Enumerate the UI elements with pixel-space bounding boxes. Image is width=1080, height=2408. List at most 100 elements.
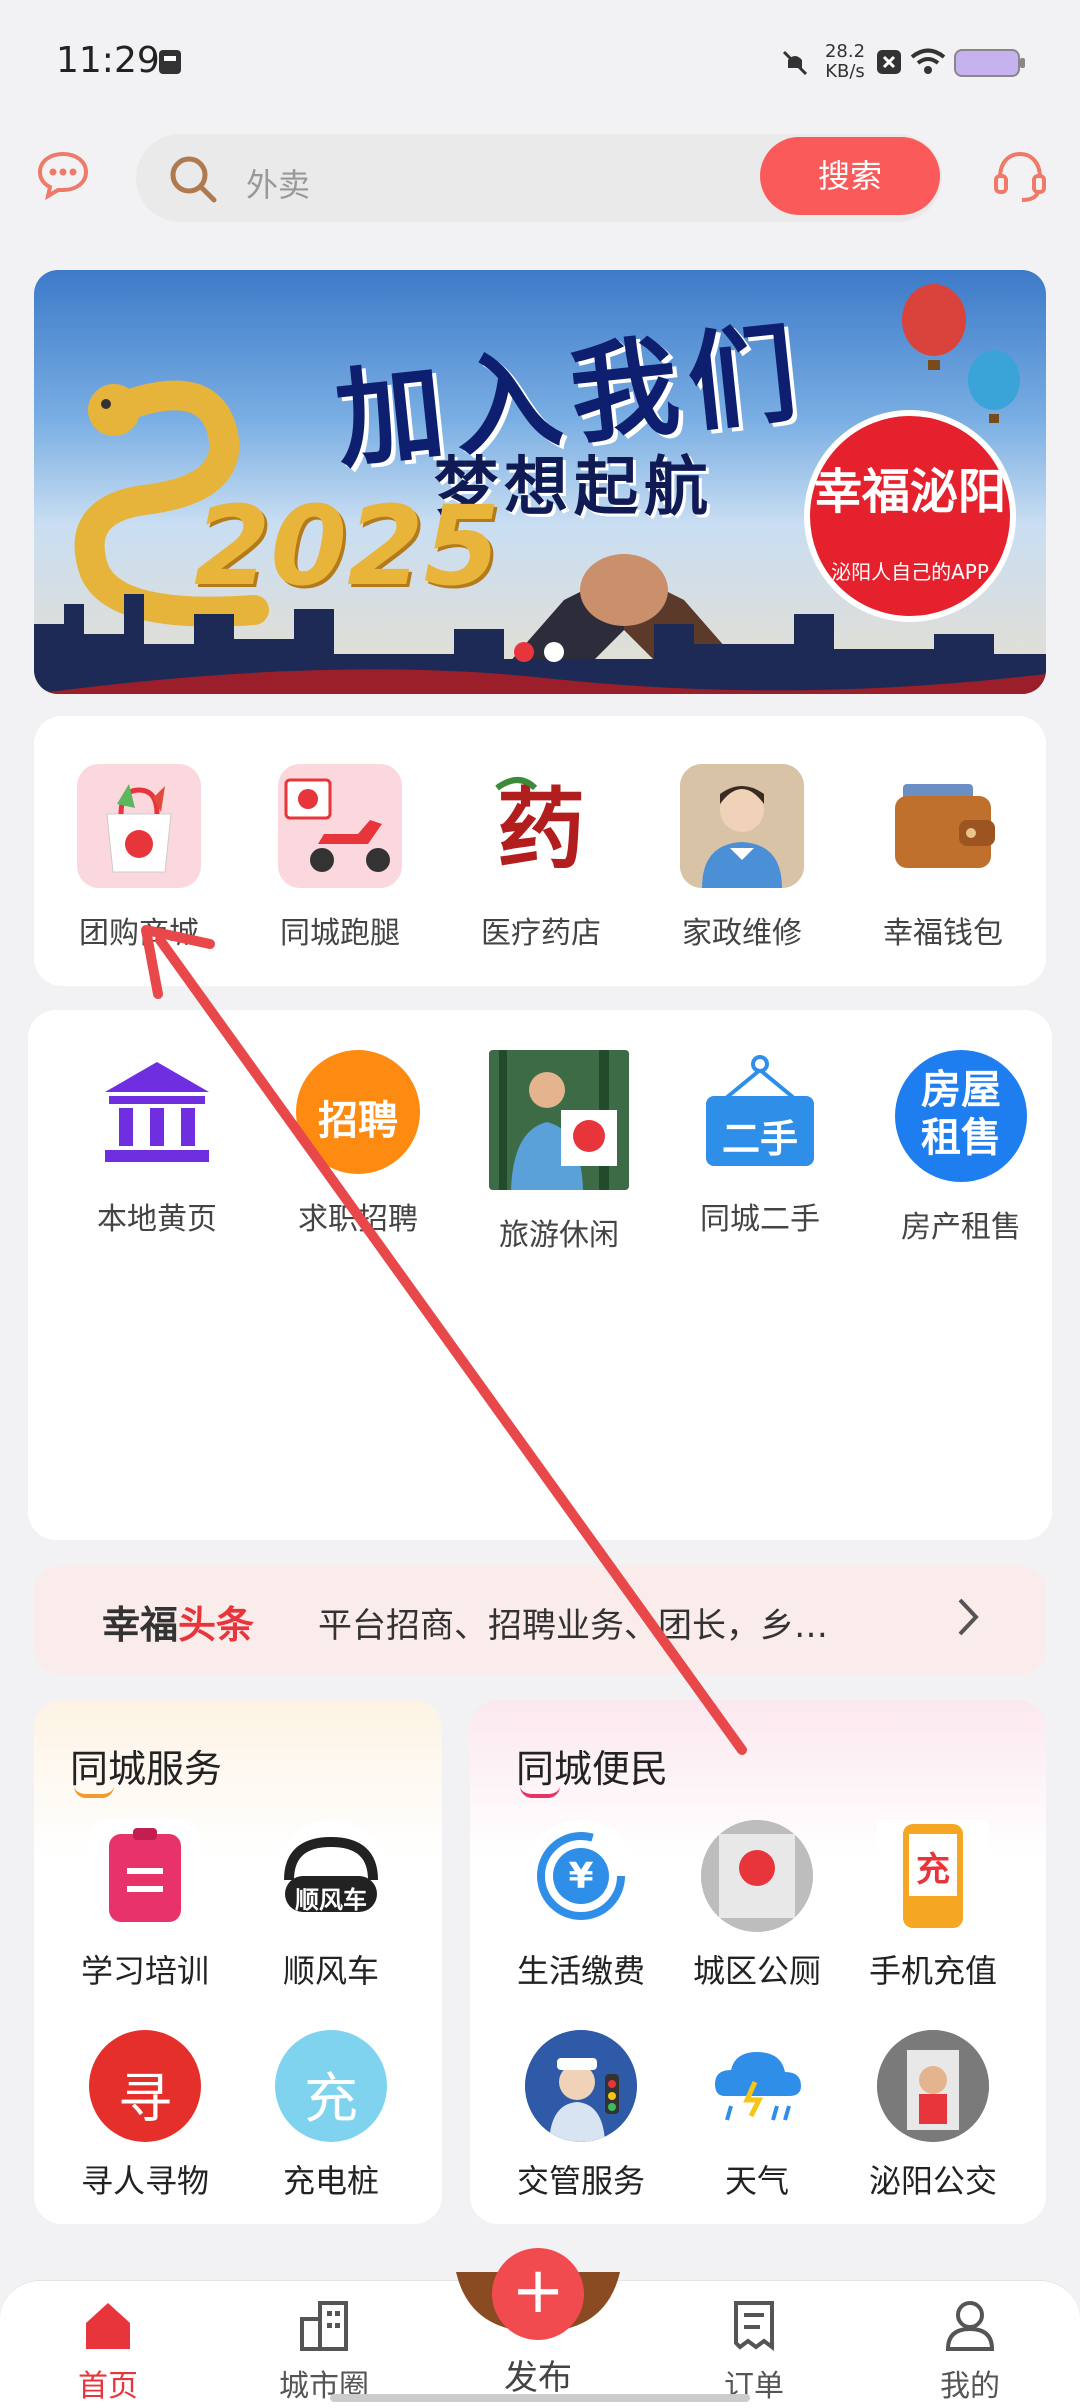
headline-brand-prefix: 幸福	[102, 1603, 179, 1647]
service-label: 交管服务	[516, 2162, 645, 2200]
search-icon	[170, 156, 217, 203]
battery-icon	[954, 49, 1025, 77]
headline-brand: 幸福头条	[102, 1594, 254, 1649]
plus-icon: +	[511, 2254, 565, 2328]
service-lost-found[interactable]: 寻 寻人寻物	[60, 2030, 230, 2202]
panel-title: 同城服务	[70, 1747, 223, 1791]
recruit-badge: 招聘	[318, 1098, 398, 1144]
service-training[interactable]: 学习培训	[60, 1820, 230, 1992]
grid-item-travel[interactable]: 旅游休闲	[464, 1050, 654, 1254]
wallet-icon	[881, 764, 1005, 888]
charging-icon: 充	[275, 2030, 387, 2142]
delivery-scooter-icon	[278, 764, 402, 888]
recruit-icon: 招聘	[296, 1050, 420, 1174]
service-weather[interactable]: 天气	[672, 2030, 842, 2202]
nav-city[interactable]: 城市圈	[244, 2299, 404, 2405]
service-traffic[interactable]: 交管服务	[496, 2030, 666, 2202]
second-hand-icon: 二手	[698, 1050, 822, 1174]
panel-title: 同城便民	[516, 1747, 669, 1791]
traffic-police-icon	[525, 2030, 637, 2142]
status-bar: 11:29 28.2 KB/s	[0, 0, 1080, 120]
profile-icon	[945, 2301, 995, 2351]
carpool-badge: 顺风车	[295, 1886, 367, 1914]
bank-icon	[95, 1050, 219, 1174]
nav-orders[interactable]: 订单	[674, 2299, 834, 2405]
post-button[interactable]: +	[492, 2248, 584, 2340]
service-label: 生活缴费	[516, 1952, 645, 1990]
phone-topup-icon: 充	[877, 1820, 989, 1932]
grid-item-yellow-pages[interactable]: 本地黄页	[62, 1050, 252, 1238]
search-button[interactable]: 搜索	[760, 137, 940, 215]
grid-item-house-rent[interactable]: 房屋租售 房产租售	[866, 1050, 1056, 1246]
city-services-panel: 同城服务 学习培训 顺风车 顺风车 寻 寻人寻物 充 充电桩	[34, 1700, 442, 2224]
brand-badge: 幸福泌阳 泌阳人自己的APP	[804, 410, 1016, 622]
grid-item-label: 同城二手	[700, 1202, 820, 1237]
housekeeper-icon	[680, 764, 804, 888]
grid-item-errand[interactable]: 同城跑腿	[245, 764, 435, 952]
balloon-icon	[902, 284, 1020, 423]
quick-services-card: 团购商城 同城跑腿 药 医疗药店 家政维修 幸福钱包	[34, 716, 1046, 986]
nav-mine[interactable]: 我的	[890, 2299, 1050, 2405]
convenience-panel: 同城便民 ¥ 生活缴费 城区公厕 充 手机充值 交管服务 天气 泌阳公交	[470, 1700, 1046, 2224]
svg-text:药: 药	[497, 777, 585, 881]
status-time: 11:29	[56, 40, 160, 81]
service-bill-pay[interactable]: ¥ 生活缴费	[496, 1820, 666, 1992]
service-bus[interactable]: 泌阳公交	[848, 2030, 1018, 2202]
nav-label: 我的	[940, 2369, 1000, 2404]
travel-icon	[489, 1050, 629, 1190]
home-indicator	[330, 2394, 750, 2402]
service-charging[interactable]: 充 充电桩	[246, 2030, 416, 2202]
search-placeholder: 外卖	[246, 166, 311, 204]
carpool-icon: 顺风车	[275, 1820, 387, 1932]
lost-found-badge: 寻	[118, 2067, 172, 2130]
grid-item-label: 房产租售	[901, 1210, 1021, 1245]
chevron-right-icon	[958, 1598, 979, 1636]
grid-item-group-buy[interactable]: 团购商城	[44, 764, 234, 952]
grid-item-label: 家政维修	[682, 916, 802, 951]
headline-brand-suffix: 头条	[178, 1603, 255, 1647]
net-speed-unit: KB/s	[825, 61, 865, 82]
house-rent-icon: 房屋租售	[895, 1050, 1027, 1182]
shopping-bag-icon	[77, 764, 201, 888]
carousel-dot-active[interactable]	[514, 642, 534, 662]
headline-text: 平台招商、招聘业务、团长，乡…	[318, 1606, 828, 1646]
net-speed-value: 28.2	[824, 41, 866, 62]
medicine-icon: 药	[479, 764, 603, 888]
grid-item-jobs[interactable]: 招聘 求职招聘	[263, 1050, 453, 1238]
service-label: 充电桩	[282, 2162, 379, 2200]
sim-card-icon	[159, 50, 181, 74]
service-carpool[interactable]: 顺风车 顺风车	[246, 1820, 416, 1992]
nav-home[interactable]: 首页	[28, 2299, 188, 2405]
weather-icon	[701, 2030, 813, 2142]
orders-icon	[734, 2301, 774, 2351]
customer-service-icon[interactable]	[990, 146, 1050, 206]
grid-item-second-hand[interactable]: 二手 同城二手	[665, 1050, 855, 1238]
home-icon	[86, 2303, 130, 2349]
grid-item-pharmacy[interactable]: 药 医疗药店	[446, 764, 636, 952]
service-phone-topup[interactable]: 充 手机充值	[848, 1820, 1018, 1992]
grid-item-label: 求职招聘	[298, 1202, 418, 1237]
house-rent-badge: 房屋租售	[921, 1067, 1001, 1161]
service-label: 手机充值	[868, 1952, 997, 1990]
bill-pay-icon: ¥	[525, 1820, 637, 1932]
promo-banner[interactable]: 加入我们 梦想起航 2025 幸福泌阳 泌阳人自己的APP	[34, 270, 1046, 694]
city-icon	[300, 2301, 348, 2351]
grid-item-label: 旅游休闲	[499, 1218, 619, 1253]
grid-item-housekeeping[interactable]: 家政维修	[647, 764, 837, 952]
net-speed: 28.2 KB/s	[820, 42, 870, 82]
service-toilet[interactable]: 城区公厕	[672, 1820, 842, 1992]
training-icon	[89, 1820, 201, 1932]
service-label: 寻人寻物	[80, 2162, 209, 2200]
message-icon[interactable]	[36, 148, 90, 202]
service-label: 泌阳公交	[868, 2162, 997, 2200]
grid-item-label: 同城跑腿	[280, 916, 400, 951]
service-label: 城区公厕	[692, 1952, 821, 1990]
carousel-dot[interactable]	[544, 642, 564, 662]
grid-item-label: 本地黄页	[97, 1202, 217, 1237]
mute-icon	[782, 50, 808, 76]
title-underline	[520, 1786, 560, 1798]
headline-bar[interactable]: 幸福头条 平台招商、招聘业务、团长，乡…	[34, 1566, 1046, 1674]
service-label: 顺风车	[282, 1952, 379, 1990]
grid-item-wallet[interactable]: 幸福钱包	[848, 764, 1038, 952]
grid-item-label: 团购商城	[79, 916, 199, 951]
